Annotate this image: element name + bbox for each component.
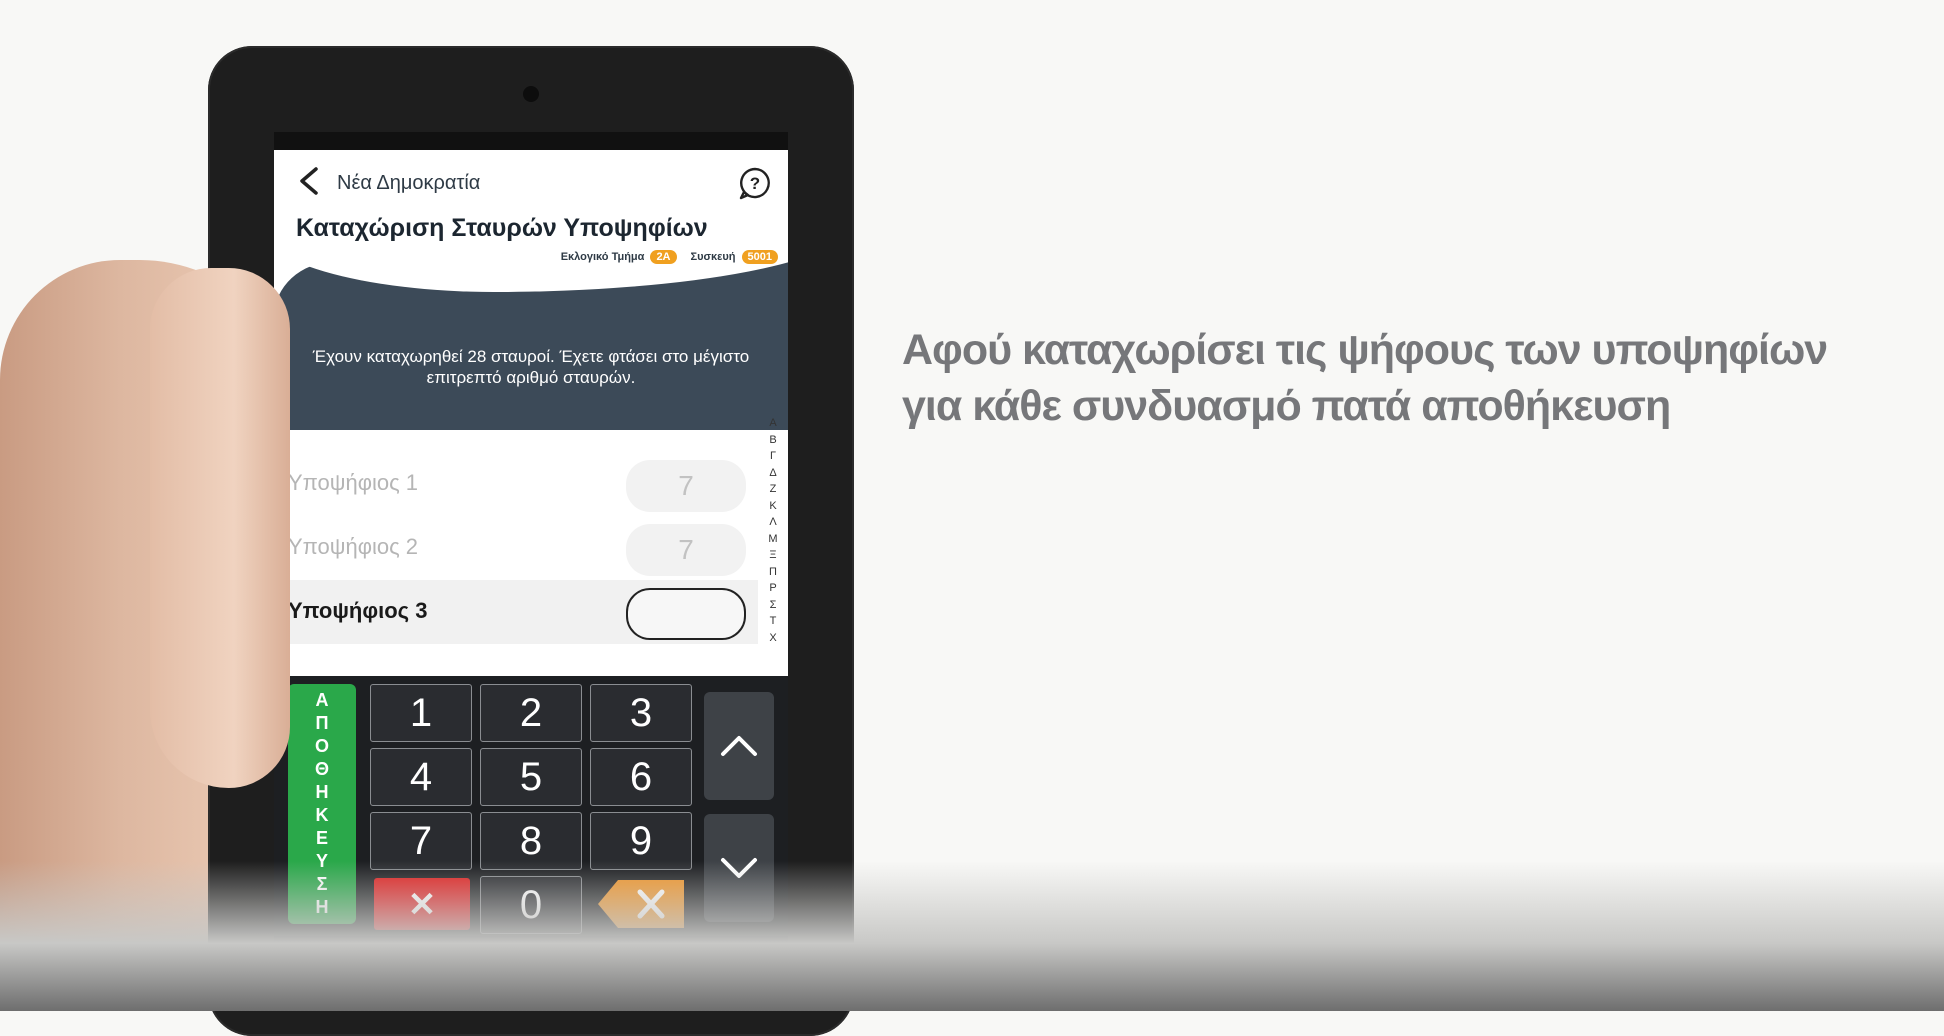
save-letter: Π (315, 713, 329, 733)
save-letter: Ο (314, 736, 329, 756)
key-3[interactable]: 3 (590, 684, 692, 742)
precinct-label: Εκλογικό Τμήμα (560, 251, 645, 263)
device-badge: 5001 (741, 250, 778, 264)
candidate-name: Υποψήφιος 1 (288, 470, 419, 495)
question-bubble-icon[interactable]: ? (738, 166, 772, 200)
app-screen: Νέα Δημοκρατία ? Έχουν καταχωρηθεί 28 στ… (274, 132, 788, 977)
alpha-index-letter[interactable]: Σ (770, 597, 777, 614)
alphabet-index: Α Β Γ Δ Ζ Κ Λ Μ Ξ Π Ρ Σ Τ Χ (766, 415, 780, 646)
candidate-row[interactable]: Υποψήφιος 1 7 (274, 452, 758, 516)
save-letter: Α (315, 690, 329, 710)
session-meta: Εκλογικό Τμήμα 2Α Συσκευή 5001 (561, 250, 778, 264)
thumb (150, 268, 290, 788)
candidate-votes-input[interactable] (626, 588, 746, 640)
candidate-row-active[interactable]: Υποψήφιος 3 (274, 580, 758, 644)
save-letter: Θ (314, 759, 329, 779)
banner-message: Έχουν καταχωρηθεί 28 σταυροί. Έχετε φτάσ… (312, 347, 750, 387)
candidate-votes-input[interactable]: 7 (626, 460, 746, 512)
alpha-index-letter[interactable]: Ρ (769, 580, 776, 597)
bottom-fade (0, 861, 1944, 1011)
svg-text:?: ? (750, 174, 760, 193)
alpha-index-letter[interactable]: Ζ (770, 481, 777, 498)
caption-line-2: για κάθε συνδυασμό πατά αποθήκευση (902, 382, 1671, 430)
key-5[interactable]: 5 (480, 748, 582, 806)
top-bar: Νέα Δημοκρατία ? (274, 150, 788, 210)
alpha-index-letter[interactable]: Κ (769, 498, 776, 515)
alpha-index-letter[interactable]: Γ (770, 448, 776, 465)
party-name: Νέα Δημοκρατία (337, 172, 481, 194)
candidate-row[interactable]: Υποψήφιος 2 7 (274, 516, 758, 580)
status-bar (274, 132, 788, 150)
precinct-badge: 2Α (650, 250, 677, 264)
candidate-list: Υποψήφιος 1 7 Υποψήφιος 2 7 Υποψήφιος 3 (274, 452, 758, 644)
message-banner: Έχουν καταχωρηθεί 28 σταυροί. Έχετε φτάσ… (274, 262, 788, 432)
chevron-up-icon (721, 736, 757, 756)
alpha-index-letter[interactable]: Α (769, 415, 776, 432)
key-2[interactable]: 2 (480, 684, 582, 742)
key-6[interactable]: 6 (590, 748, 692, 806)
alpha-index-letter[interactable]: Τ (770, 613, 777, 630)
page-title: Καταχώριση Σταυρών Υποψηφίων (296, 214, 708, 242)
alpha-index-letter[interactable]: Δ (769, 465, 776, 482)
candidate-name: Υποψήφιος 3 (288, 598, 428, 623)
key-4[interactable]: 4 (370, 748, 472, 806)
caption-line-1: Αφού καταχωρίσει τις ψήφους των υποψηφίω… (902, 326, 1828, 374)
alpha-index-letter[interactable]: Ξ (769, 547, 776, 564)
alpha-index-letter[interactable]: Λ (769, 514, 776, 531)
alpha-index-letter[interactable]: Β (769, 432, 776, 449)
instruction-caption: Αφού καταχωρίσει τις ψήφους των υποψηφίω… (902, 322, 1828, 434)
alpha-index-letter[interactable]: Π (769, 564, 777, 581)
chevron-left-icon[interactable] (296, 166, 322, 196)
save-letter: Κ (315, 805, 329, 825)
alpha-index-letter[interactable]: Χ (769, 630, 776, 647)
alpha-index-letter[interactable]: Μ (768, 531, 777, 548)
device-label: Συσκευή (690, 251, 736, 263)
key-1[interactable]: 1 (370, 684, 472, 742)
candidate-votes-input[interactable]: 7 (626, 524, 746, 576)
front-camera (523, 86, 539, 102)
candidate-name: Υποψήφιος 2 (288, 534, 419, 559)
save-letter: Ε (315, 828, 328, 848)
save-letter: Η (315, 782, 329, 802)
scroll-up-button[interactable] (704, 692, 774, 800)
